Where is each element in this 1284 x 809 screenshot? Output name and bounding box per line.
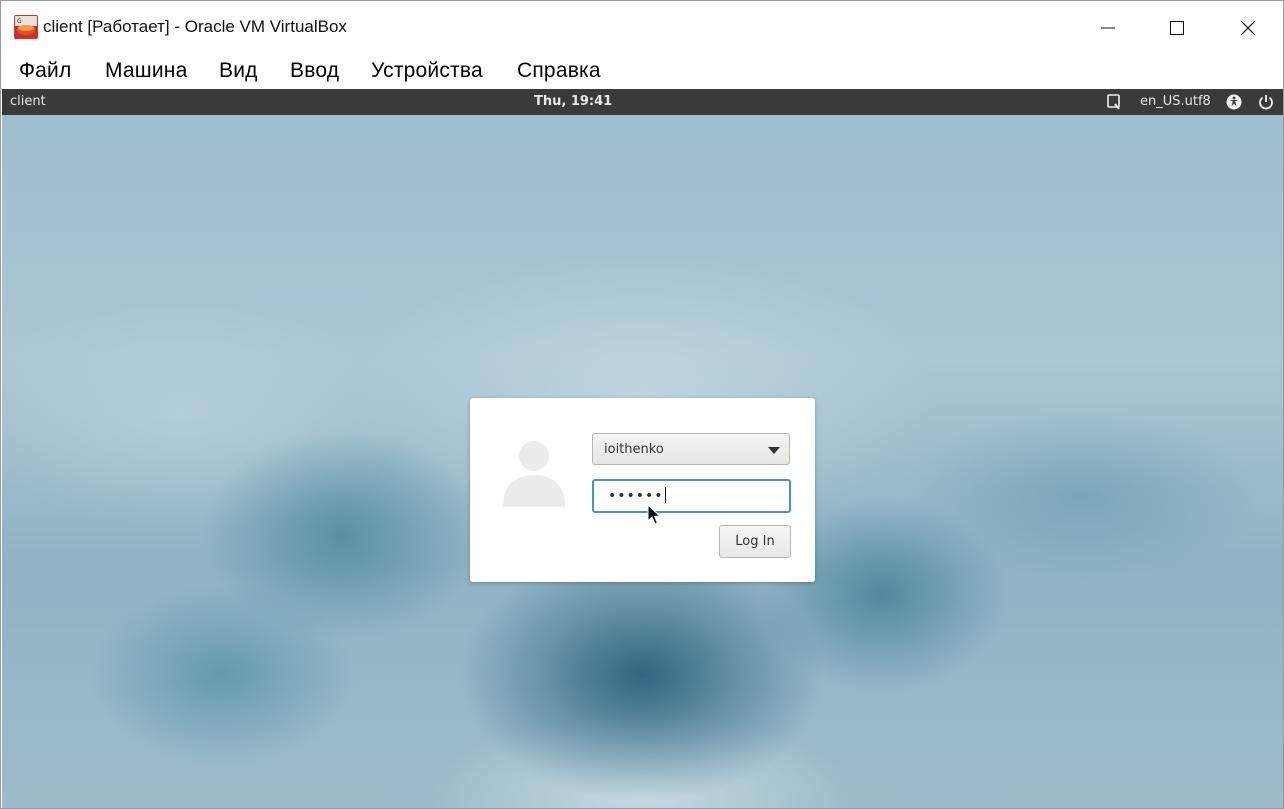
chevron-down-icon bbox=[768, 447, 780, 454]
username-combobox[interactable]: ioithenko bbox=[592, 433, 790, 465]
text-caret bbox=[664, 487, 666, 503]
power-icon[interactable] bbox=[1258, 94, 1274, 110]
menu-file[interactable]: Файл bbox=[19, 59, 71, 83]
menu-bar: Файл Машина Вид Ввод Устройства Справка bbox=[1, 53, 1283, 89]
hostname-label: client bbox=[10, 94, 46, 109]
menu-devices[interactable]: Устройства bbox=[371, 59, 483, 83]
log-in-button[interactable]: Log In bbox=[719, 525, 791, 558]
password-mask: •••••• bbox=[608, 487, 666, 504]
keyboard-layout-indicator[interactable]: en_US.utf8 bbox=[1140, 94, 1211, 109]
virtualbox-window: G client [Работает] - Oracle VM VirtualB… bbox=[0, 0, 1284, 809]
menu-input[interactable]: Ввод bbox=[290, 59, 339, 83]
menu-machine[interactable]: Машина bbox=[105, 59, 187, 83]
svg-text:G: G bbox=[17, 18, 22, 25]
mouse-cursor-icon bbox=[647, 504, 661, 525]
gdm-top-bar: client Thu, 19:41 en_US.utf8 bbox=[2, 89, 1283, 115]
maximize-icon bbox=[1170, 21, 1184, 35]
virtualbox-icon: G bbox=[14, 15, 38, 39]
password-field[interactable]: •••••• bbox=[592, 479, 791, 513]
close-icon bbox=[1240, 20, 1256, 36]
user-avatar-icon bbox=[503, 441, 565, 507]
accessibility-icon[interactable] bbox=[1226, 94, 1242, 110]
window-title: client [Работает] - Oracle VM VirtualBox bbox=[43, 17, 347, 36]
minimize-button[interactable] bbox=[1085, 13, 1131, 43]
clock[interactable]: Thu, 19:41 bbox=[534, 94, 612, 109]
menu-view[interactable]: Вид bbox=[219, 59, 258, 83]
maximize-button[interactable] bbox=[1154, 13, 1200, 43]
username-value: ioithenko bbox=[604, 442, 664, 457]
menu-help[interactable]: Справка bbox=[517, 59, 601, 83]
minimize-icon bbox=[1101, 27, 1115, 29]
close-button[interactable] bbox=[1225, 13, 1271, 43]
title-bar: G client [Работает] - Oracle VM VirtualB… bbox=[1, 1, 1283, 53]
screen-reader-search-icon[interactable] bbox=[1107, 94, 1121, 110]
